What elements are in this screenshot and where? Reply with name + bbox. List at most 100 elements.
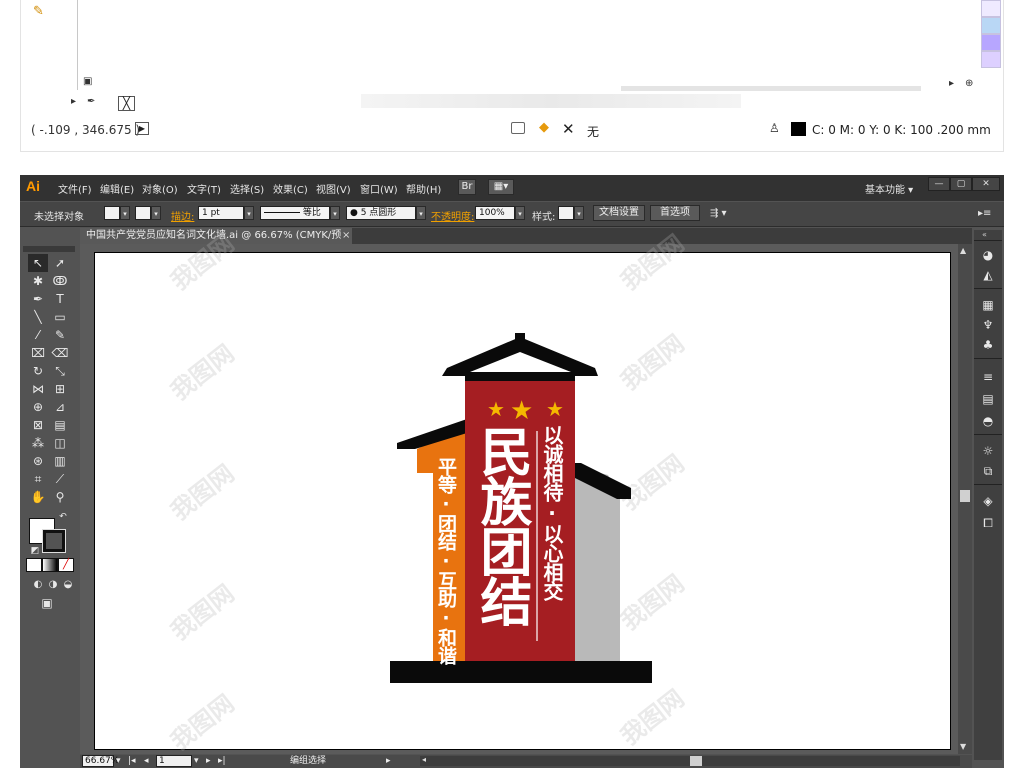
free-transform-icon[interactable]: ⊞: [50, 380, 70, 398]
vertical-scroll-thumb[interactable]: [960, 490, 970, 502]
brush-dropdown[interactable]: ▾: [416, 206, 426, 220]
stroke-panel-icon[interactable]: ≡: [977, 368, 999, 386]
menu-select[interactable]: 选择(S): [230, 181, 264, 196]
artboard-tool-icon[interactable]: ⌗: [28, 470, 48, 488]
menu-help[interactable]: 帮助(H): [406, 181, 441, 196]
eyedropper-icon[interactable]: ✎: [33, 4, 44, 19]
color-mode-button[interactable]: [26, 558, 42, 572]
vertical-scrollbar[interactable]: ▲ ▼: [958, 244, 972, 754]
menu-object[interactable]: 对象(O): [142, 181, 178, 196]
color-panel-icon[interactable]: ◕: [977, 246, 999, 264]
draw-inside-icon[interactable]: ◒: [58, 576, 78, 594]
tab-close-icon[interactable]: ×: [342, 228, 350, 244]
stroke-profile-field[interactable]: 等比: [260, 206, 330, 220]
rotate-tool-icon[interactable]: ↻: [28, 362, 48, 380]
opacity-field[interactable]: 100%: [475, 206, 515, 220]
screen-mode-icon[interactable]: ▣: [37, 594, 57, 612]
tools-panel-header[interactable]: [23, 246, 75, 252]
none-x-icon[interactable]: ✕: [562, 120, 575, 138]
slice-tool-icon[interactable]: ⟋: [50, 470, 70, 488]
width-tool-icon[interactable]: ⋈: [28, 380, 48, 398]
menu-view[interactable]: 视图(V): [316, 181, 351, 196]
fill-dropdown[interactable]: ▾: [120, 206, 130, 220]
status-menu-icon[interactable]: ▸: [386, 755, 391, 767]
line-tool-icon[interactable]: ╲: [28, 308, 48, 326]
workspace-switcher[interactable]: 基本功能 ▾: [865, 181, 913, 196]
stroke-label[interactable]: 描边:: [171, 208, 194, 223]
layers-panel-icon[interactable]: ◈: [977, 492, 999, 510]
horizontal-scroll-thumb[interactable]: [690, 756, 702, 766]
stroke-dropdown[interactable]: ▾: [151, 206, 161, 220]
blob-brush-icon[interactable]: ⌧: [28, 344, 48, 362]
eyedropper-tool-icon[interactable]: ⁂: [28, 434, 48, 452]
pen-tool-icon[interactable]: ✒: [28, 290, 48, 308]
gradient-panel-icon[interactable]: ▤: [977, 390, 999, 408]
style-swatch[interactable]: [558, 206, 574, 220]
stroke-weight-dropdown[interactable]: ▾: [244, 206, 254, 220]
swatch[interactable]: [981, 51, 1001, 68]
shape-builder-icon[interactable]: ⊕: [28, 398, 48, 416]
column-graph-icon[interactable]: ▥: [50, 452, 70, 470]
play-button[interactable]: ▶: [135, 122, 149, 135]
play-icon[interactable]: ▸: [71, 96, 76, 107]
blend-tool-icon[interactable]: ◫: [50, 434, 70, 452]
none-mode-button[interactable]: ╱: [58, 558, 74, 572]
menu-window[interactable]: 窗口(W): [360, 181, 398, 196]
stroke-weight-field[interactable]: 1 pt: [198, 206, 244, 220]
menu-effect[interactable]: 效果(C): [273, 181, 308, 196]
paintbrush-icon[interactable]: ⁄: [28, 326, 48, 344]
magic-wand-icon[interactable]: ✱: [28, 272, 48, 290]
swap-colors-icon[interactable]: ↶: [53, 508, 73, 526]
scroll-left-icon[interactable]: ◂: [422, 755, 426, 764]
panel-menu-icon[interactable]: ▸≡: [978, 208, 991, 219]
gradient-tool-icon[interactable]: ▤: [50, 416, 70, 434]
swatch[interactable]: [981, 0, 1001, 17]
scroll-down-icon[interactable]: ▼: [960, 742, 966, 751]
document-setup-button[interactable]: 文档设置: [593, 205, 645, 221]
hand-tool-icon[interactable]: ✋: [28, 488, 48, 506]
horizontal-scrollbar[interactable]: ◂: [420, 755, 960, 766]
appearance-panel-icon[interactable]: ☼: [977, 442, 999, 460]
transparency-panel-icon[interactable]: ◓: [977, 412, 999, 430]
opacity-dropdown[interactable]: ▾: [515, 206, 525, 220]
swatch[interactable]: [981, 17, 1001, 34]
fill-swatch[interactable]: [104, 206, 120, 220]
arrange-documents-button[interactable]: ▦▾: [488, 179, 514, 195]
first-artboard-icon[interactable]: |◂: [128, 755, 136, 767]
maximize-button[interactable]: ▢: [950, 177, 972, 191]
paint-bucket-icon[interactable]: ◆: [539, 120, 549, 135]
black-swatch[interactable]: [791, 122, 806, 136]
mesh-tool-icon[interactable]: ⊠: [28, 416, 48, 434]
canvas-area[interactable]: 我图网 我图网 我图网 我图网 我图网 我图网 我图网 我图网 我图网 我图网: [80, 229, 972, 756]
selection-tool-icon[interactable]: ↖: [28, 254, 48, 272]
scroll-up-icon[interactable]: ▲: [960, 246, 966, 255]
pen-icon[interactable]: ♙: [769, 121, 780, 135]
brushes-panel-icon[interactable]: ♆: [977, 316, 999, 334]
next-artboard-icon[interactable]: ▸: [206, 755, 211, 767]
lasso-icon[interactable]: ↂ: [50, 272, 70, 290]
menu-file[interactable]: 文件(F): [58, 181, 92, 196]
zoom-tool-icon[interactable]: ⚲: [50, 488, 70, 506]
scale-tool-icon[interactable]: ⤡: [50, 362, 70, 380]
direct-selection-tool-icon[interactable]: ➚: [50, 254, 70, 272]
stroke-color-box[interactable]: [42, 529, 66, 553]
arrow-right-icon[interactable]: ▸: [949, 78, 954, 89]
last-artboard-icon[interactable]: ▸|: [218, 755, 226, 767]
horizontal-scrollbar[interactable]: [621, 86, 921, 91]
preferences-button[interactable]: 首选项: [650, 205, 700, 221]
zoom-dropdown[interactable]: ▾: [116, 755, 121, 767]
zoom-field[interactable]: 66.67%: [82, 755, 119, 767]
menu-edit[interactable]: 编辑(E): [100, 181, 134, 196]
stroke-swatch[interactable]: [135, 206, 151, 220]
perspective-grid-icon[interactable]: ⊿: [50, 398, 70, 416]
stroke-profile-dropdown[interactable]: ▾: [330, 206, 340, 220]
artboards-panel-icon[interactable]: ⧠: [977, 514, 999, 532]
artboard-number-field[interactable]: 1: [156, 755, 192, 767]
type-tool-icon[interactable]: T: [50, 290, 70, 308]
gradient-mode-button[interactable]: [42, 558, 58, 572]
arrange-icon[interactable]: ⇶ ▾: [710, 208, 727, 219]
graphic-styles-icon[interactable]: ⧉: [977, 462, 999, 480]
no-fill-icon[interactable]: ╳: [118, 96, 135, 111]
bridge-button[interactable]: Br: [458, 179, 476, 195]
pencil-icon[interactable]: ✎: [50, 326, 70, 344]
